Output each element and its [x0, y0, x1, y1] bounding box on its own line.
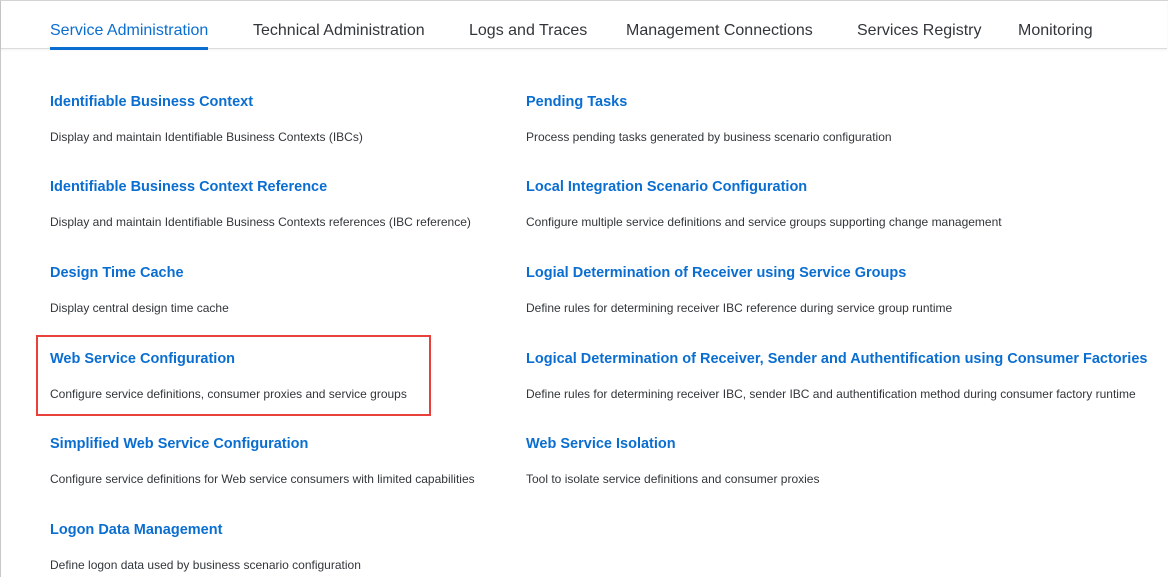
tile-title-link[interactable]: Logical Determination of Receiver, Sende… [526, 350, 1147, 368]
tile-description: Configure service definitions, consumer … [50, 387, 407, 401]
tile-description: Display and maintain Identifiable Busine… [50, 130, 363, 144]
tile-title-link[interactable]: Web Service Isolation [526, 435, 676, 453]
tab-service-administration[interactable]: Service Administration [50, 21, 209, 50]
tile-description: Tool to isolate service definitions and … [526, 472, 820, 486]
tab-logs-and-traces[interactable]: Logs and Traces [469, 21, 587, 41]
tab-services-registry[interactable]: Services Registry [857, 21, 981, 41]
app-frame [0, 0, 1168, 577]
tab-technical-administration[interactable]: Technical Administration [253, 21, 425, 41]
tile-title-link[interactable]: Identifiable Business Context Reference [50, 178, 327, 196]
tile-title-link[interactable]: Design Time Cache [50, 264, 184, 282]
tab-bar: Service Administration Technical Adminis… [1, 1, 1167, 50]
tile-title-link[interactable]: Logial Determination of Receiver using S… [526, 264, 906, 282]
tile-title-link[interactable]: Pending Tasks [526, 93, 627, 111]
tile-description: Define rules for determining receiver IB… [526, 387, 1136, 401]
tile-title-link[interactable]: Identifiable Business Context [50, 93, 253, 111]
tab-monitoring[interactable]: Monitoring [1018, 21, 1093, 41]
tile-title-link[interactable]: Web Service Configuration [50, 350, 235, 368]
tile-title-link[interactable]: Local Integration Scenario Configuration [526, 178, 807, 196]
tile-description: Process pending tasks generated by busin… [526, 130, 892, 144]
tile-description: Define rules for determining receiver IB… [526, 301, 953, 315]
tile-title-link[interactable]: Logon Data Management [50, 521, 222, 539]
tile-description: Configure service definitions for Web se… [50, 472, 475, 486]
tile-description: Display and maintain Identifiable Busine… [50, 215, 471, 229]
tile-description: Display central design time cache [50, 301, 229, 315]
tile-description: Define logon data used by business scena… [50, 558, 361, 572]
tile-title-link[interactable]: Simplified Web Service Configuration [50, 435, 308, 453]
tab-management-connections[interactable]: Management Connections [626, 21, 813, 41]
tile-description: Configure multiple service definitions a… [526, 215, 1002, 229]
